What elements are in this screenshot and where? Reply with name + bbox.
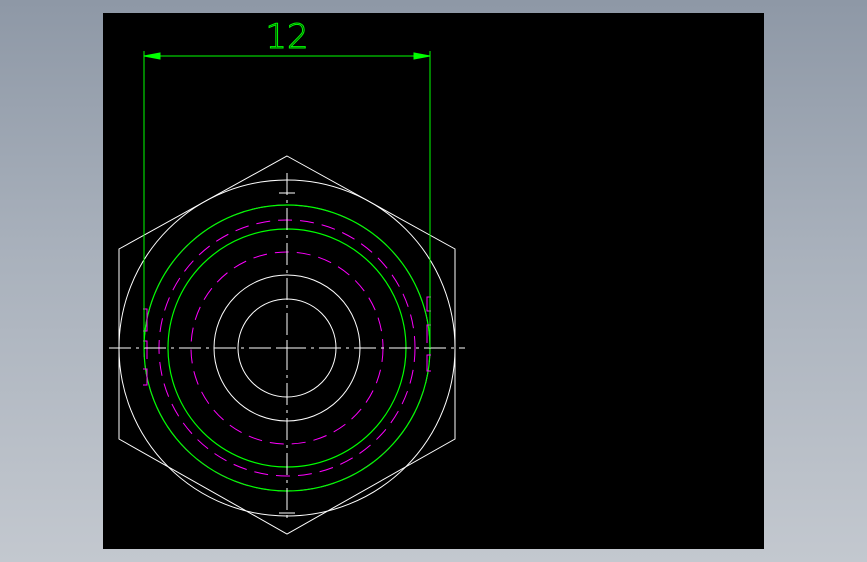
dimension-label: 12 xyxy=(265,17,308,57)
dimension-extension-lines xyxy=(143,51,431,348)
hex-nut-drawing: 12 xyxy=(109,17,465,535)
cad-drawing-canvas[interactable]: 12 xyxy=(103,13,764,549)
